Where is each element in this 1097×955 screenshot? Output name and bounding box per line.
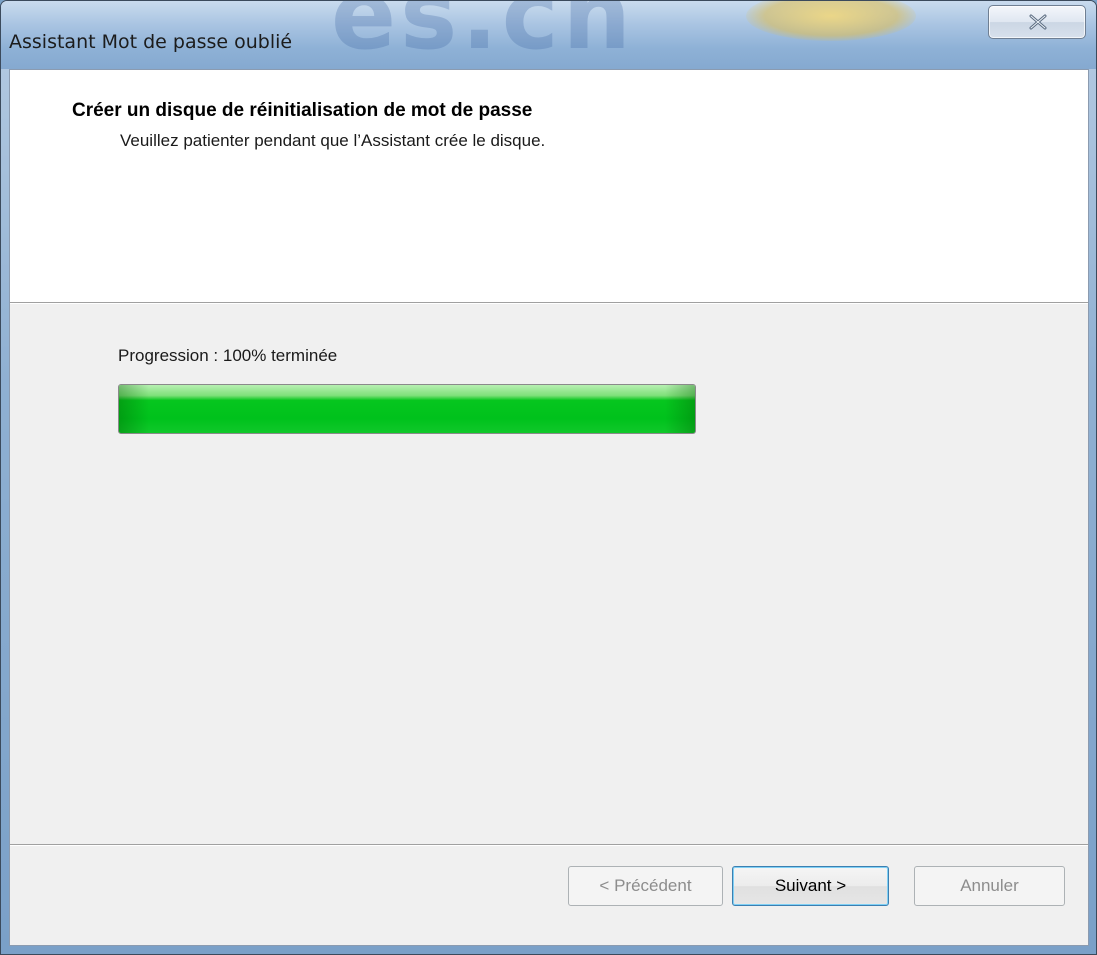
page-subtitle: Veuillez patienter pendant que l’Assista…: [120, 131, 546, 150]
progress-label: Progression : 100% terminée: [118, 346, 338, 365]
wizard-content: Créer un disque de réinitialisation de m…: [9, 69, 1089, 946]
window-title: Assistant Mot de passe oublié: [9, 31, 293, 53]
next-button[interactable]: Suivant >: [732, 866, 889, 906]
cancel-button[interactable]: Annuler: [914, 866, 1065, 906]
header-divider: [10, 303, 1088, 304]
title-bar[interactable]: es.cn Assistant Mot de passe oublié: [1, 1, 1096, 69]
wizard-window: es.cn Assistant Mot de passe oublié Crée…: [0, 0, 1097, 955]
footer-divider-highlight: [10, 845, 1088, 846]
close-icon: [1029, 14, 1047, 30]
title-watermark: es.cn: [331, 1, 635, 69]
previous-button[interactable]: < Précédent: [568, 866, 723, 906]
wizard-header: Créer un disque de réinitialisation de m…: [10, 70, 1088, 303]
close-button[interactable]: [988, 5, 1086, 39]
page-title: Créer un disque de réinitialisation de m…: [72, 100, 533, 121]
title-decoration: [746, 1, 916, 41]
progress-fill: [119, 385, 695, 433]
progress-bar: [118, 384, 696, 434]
